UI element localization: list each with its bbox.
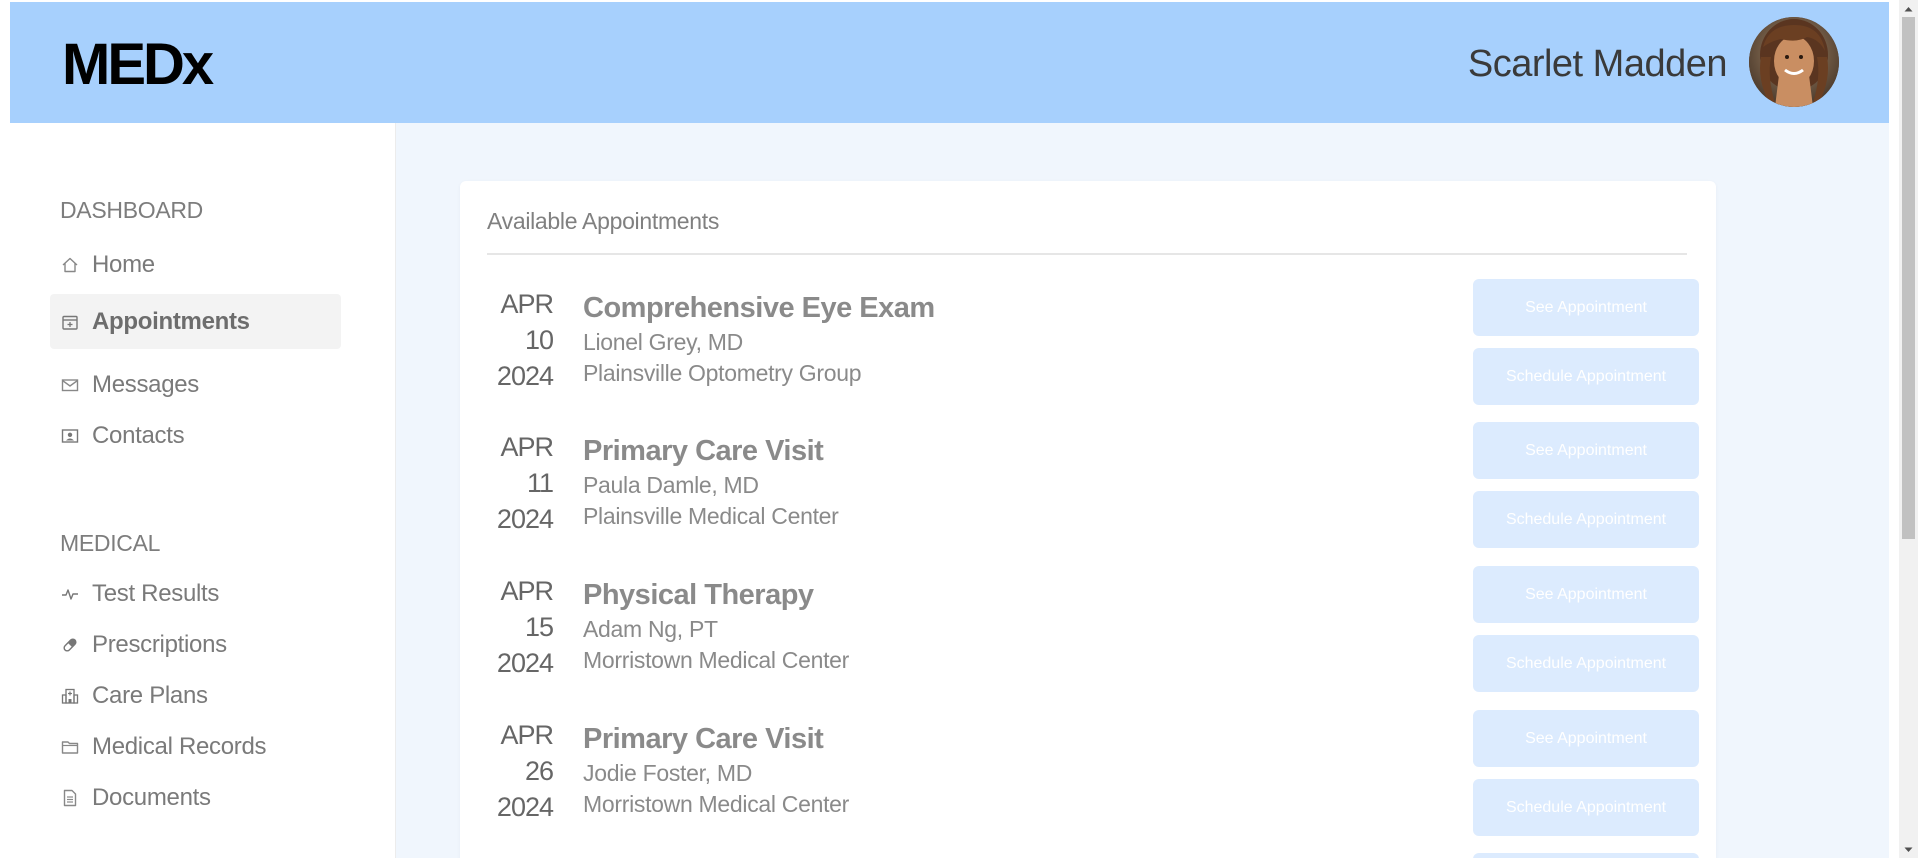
appointment-item: APR 26 2024 Primary Care Visit Jodie Fos… — [487, 710, 1699, 847]
appointment-day: 10 — [524, 325, 554, 355]
appointment-title: Primary Care Visit — [583, 723, 824, 755]
appointment-info: Physical Therapy Adam Ng, PT Morristown … — [583, 576, 849, 676]
appointment-info: Comprehensive Eye Exam Lionel Grey, MD P… — [583, 289, 935, 389]
sidebar-item-medical-records[interactable]: Medical Records — [50, 719, 341, 774]
see-appointment-button[interactable]: See Appointment — [1473, 422, 1699, 479]
user-name[interactable]: Scarlet Madden — [1468, 42, 1728, 86]
appointment-day: 11 — [526, 468, 554, 498]
appointment-date: APR 10 2024 — [487, 286, 554, 394]
section-title-dashboard: DASHBOARD — [60, 197, 203, 223]
calendar-plus-icon — [60, 312, 80, 332]
appointment-doctor: Paula Damle, MD — [583, 472, 759, 498]
appointment-date: APR 11 2024 — [487, 429, 554, 537]
appointment-year: 2024 — [496, 792, 554, 822]
scrollbar-thumb[interactable] — [1902, 17, 1915, 539]
sidebar-item-test-results[interactable]: Test Results — [50, 566, 341, 621]
envelope-icon — [60, 375, 80, 395]
appointment-item: APR 15 2024 Physical Therapy Adam Ng, PT… — [487, 566, 1699, 703]
section-title-medical: MEDICAL — [60, 530, 161, 556]
appointment-item: APR 11 2024 Primary Care Visit Paula Dam… — [487, 422, 1699, 559]
sidebar-item-contacts[interactable]: Contacts — [50, 408, 341, 463]
sidebar-item-label: Medical Records — [92, 732, 267, 760]
see-appointment-button[interactable]: See Appointment — [1473, 566, 1699, 623]
appointment-month: APR — [500, 576, 554, 606]
appointment-day: 15 — [524, 612, 554, 642]
sidebar-item-label: Appointments — [92, 307, 250, 335]
scroll-down-arrow-icon[interactable] — [1899, 841, 1918, 858]
appointment-doctor: Jodie Foster, MD — [583, 760, 753, 786]
appointment-month: APR — [500, 720, 554, 750]
appointment-title: Primary Care Visit — [583, 435, 824, 467]
capsule-icon — [60, 635, 80, 655]
appointment-month: APR — [500, 289, 554, 319]
appointment-info: Primary Care Visit Jodie Foster, MD Morr… — [583, 720, 849, 820]
avatar[interactable] — [1749, 17, 1839, 107]
appointment-location: Plainsville Optometry Group — [583, 360, 862, 386]
appointment-doctor: Adam Ng, PT — [583, 616, 718, 642]
sidebar: DASHBOARD Home Appointments Messages Con… — [10, 123, 396, 858]
sidebar-item-messages[interactable]: Messages — [50, 357, 341, 412]
see-appointment-button[interactable]: See Appointment — [1473, 279, 1699, 336]
sidebar-item-label: Home — [92, 250, 155, 278]
appointment-year: 2024 — [496, 504, 554, 534]
sidebar-item-label: Care Plans — [92, 681, 208, 709]
sidebar-item-label: Prescriptions — [92, 630, 227, 658]
appointment-year: 2024 — [496, 648, 554, 678]
avatar-photo-icon — [1749, 17, 1839, 107]
scroll-up-arrow-icon[interactable] — [1899, 0, 1918, 17]
appointment-date: APR 15 2024 — [487, 573, 554, 681]
sidebar-item-documents[interactable]: Documents — [50, 770, 341, 825]
appointment-item: APR 10 2024 Comprehensive Eye Exam Lione… — [487, 279, 1699, 416]
appointments-card: Available Appointments APR 10 2024 Compr… — [460, 181, 1716, 858]
appointment-doctor: Lionel Grey, MD — [583, 329, 743, 355]
schedule-appointment-button[interactable]: Schedule Appointment — [1473, 635, 1699, 692]
appointment-location: Morristown Medical Center — [583, 791, 850, 817]
app-page: MEDx Scarlet Madden DASHBOARD Home Appoi… — [0, 0, 1918, 858]
sidebar-item-prescriptions[interactable]: Prescriptions — [50, 617, 341, 672]
hospital-icon — [60, 686, 80, 706]
sidebar-item-label: Documents — [92, 783, 211, 811]
sidebar-item-appointments[interactable]: Appointments — [50, 294, 341, 349]
sidebar-item-home[interactable]: Home — [50, 237, 341, 292]
top-header: MEDx Scarlet Madden — [10, 2, 1889, 123]
home-icon — [60, 255, 80, 275]
contact-card-icon — [60, 426, 80, 446]
sidebar-item-label: Test Results — [92, 579, 220, 607]
card-divider — [487, 253, 1687, 255]
app-logo[interactable]: MEDx — [62, 33, 214, 97]
appointment-year: 2024 — [496, 361, 554, 391]
see-appointment-button[interactable]: See Appointment — [1473, 710, 1699, 767]
card-title: Available Appointments — [487, 208, 720, 234]
schedule-appointment-button[interactable]: Schedule Appointment — [1473, 779, 1699, 836]
schedule-appointment-button[interactable]: Schedule Appointment — [1473, 348, 1699, 405]
appointment-location: Morristown Medical Center — [583, 647, 850, 673]
appointment-day: 26 — [524, 756, 554, 786]
appointment-title: Physical Therapy — [583, 579, 814, 611]
page-scrollbar[interactable] — [1899, 0, 1918, 858]
pulse-icon — [60, 584, 80, 604]
sidebar-item-label: Messages — [92, 370, 199, 398]
appointment-location: Plainsville Medical Center — [583, 503, 839, 529]
appointment-month: APR — [500, 432, 554, 462]
schedule-appointment-button[interactable]: Schedule Appointment — [1473, 491, 1699, 548]
document-icon — [60, 788, 80, 808]
see-appointment-button-partial[interactable] — [1473, 853, 1699, 858]
folder-icon — [60, 737, 80, 757]
sidebar-item-care-plans[interactable]: Care Plans — [50, 668, 341, 723]
appointment-info: Primary Care Visit Paula Damle, MD Plain… — [583, 432, 839, 532]
appointment-date: APR 26 2024 — [487, 717, 554, 825]
main-content: Available Appointments APR 10 2024 Compr… — [396, 123, 1889, 858]
appointment-title: Comprehensive Eye Exam — [583, 292, 935, 324]
sidebar-item-label: Contacts — [92, 421, 185, 449]
